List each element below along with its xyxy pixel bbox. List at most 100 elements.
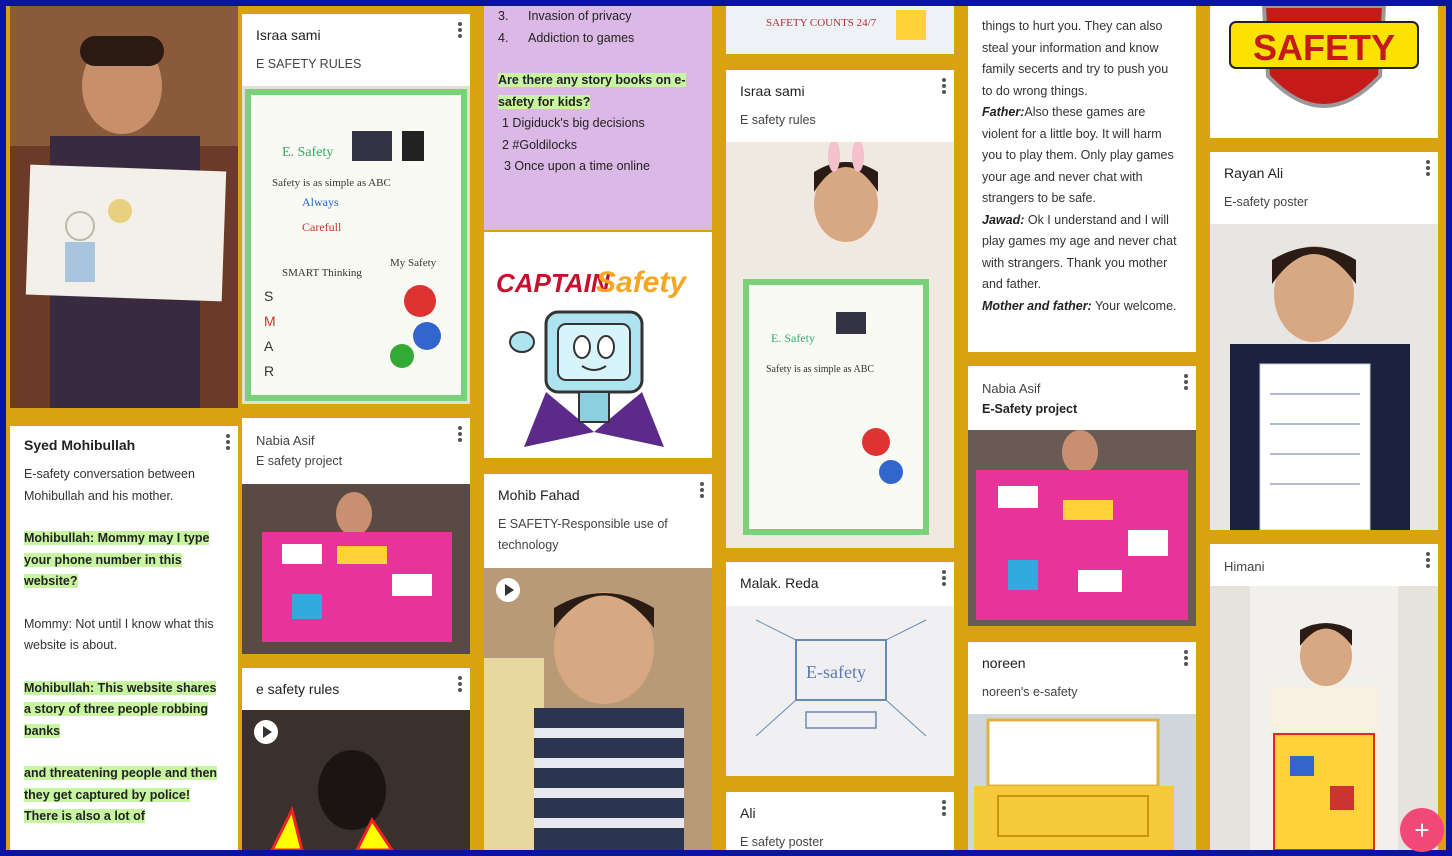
svg-text:E-safety: E-safety — [806, 662, 866, 682]
play-icon[interactable] — [254, 720, 278, 744]
post-subtitle: noreen's e-safety — [982, 685, 1078, 699]
post-card-nabia-asif-1[interactable]: Nabia Asif E safety project — [242, 418, 470, 654]
video-thumbnail[interactable] — [484, 568, 712, 850]
post-card-e-safety-rules-video[interactable]: e safety rules — [242, 668, 470, 850]
post-card-israa-sami-2[interactable]: Israa sami E safety rules E. Safety Safe… — [726, 70, 954, 548]
book-item: 1 Digiduck's big decisions — [502, 116, 645, 130]
svg-text:My Safety: My Safety — [390, 257, 437, 269]
post-card-himani[interactable]: Himani — [1210, 544, 1438, 850]
more-options-icon[interactable] — [1426, 160, 1430, 176]
post-card-israa-sami-1[interactable]: Israa sami E SAFETY RULES E. Safety Safe… — [242, 14, 470, 404]
post-card-jawad-conversation[interactable]: things to hurt you. They can also steal … — [968, 6, 1196, 352]
post-card-mohib-fahad[interactable]: Mohib Fahad E SAFETY-Responsible use of … — [484, 474, 712, 850]
book-item: 3 Once upon a time online — [504, 159, 650, 173]
svg-text:A: A — [264, 338, 274, 354]
post-subtitle: E safety poster — [740, 835, 824, 849]
post-subtitle: E-safety poster — [1224, 195, 1309, 209]
post-card-syed-mohibullah[interactable]: Syed Mohibullah E-safety conversation be… — [10, 426, 238, 850]
more-options-icon[interactable] — [458, 426, 462, 442]
add-post-button[interactable]: + — [1400, 808, 1444, 852]
list-item: Invasion of privacy — [528, 9, 632, 23]
more-options-icon[interactable] — [942, 800, 946, 816]
girl-with-poster-image — [1210, 586, 1438, 850]
boy-holding-drawing-image — [10, 6, 238, 408]
safety-badge-image-card[interactable]: SAFETY — [1210, 6, 1438, 138]
svg-text:Safety is as simple as ABC: Safety is as simple as ABC — [272, 177, 391, 189]
post-card-noreen[interactable]: noreen noreen's e-safety — [968, 642, 1196, 850]
svg-text:E. Safety: E. Safety — [771, 331, 815, 345]
dialogue-line-3: Mohibullah: This website shares a story … — [24, 680, 217, 738]
post-subtitle: E safety project — [256, 454, 343, 468]
more-options-icon[interactable] — [1184, 374, 1188, 390]
photo-card-boy-drawing[interactable] — [10, 6, 238, 408]
svg-text:SAFETY COUNTS 24/7: SAFETY COUNTS 24/7 — [766, 17, 877, 29]
svg-text:Carefull: Carefull — [302, 220, 342, 234]
post-card-rayan-ali[interactable]: Rayan Ali E-safety poster — [1210, 152, 1438, 530]
more-options-icon[interactable] — [1426, 552, 1430, 568]
video-thumbnail[interactable] — [242, 710, 470, 850]
laptop-craft-image — [968, 714, 1196, 850]
post-card-nabia-asif-2[interactable]: Nabia Asif E-Safety project — [968, 366, 1196, 626]
story-paragraph-1: things to hurt you. They can also steal … — [982, 19, 1169, 98]
more-options-icon[interactable] — [942, 570, 946, 586]
girl-with-poster-image — [968, 430, 1196, 626]
svg-text:CAPTAIN: CAPTAIN — [496, 268, 611, 298]
captain-safety-logo: CAPTAIN Safety — [484, 232, 712, 458]
dialogue-line-4: and threatening people and then they get… — [24, 766, 218, 823]
post-title: Mohib Fahad — [498, 487, 580, 503]
book-item: 2 #Goldilocks — [502, 137, 578, 152]
svg-text:E. Safety: E. Safety — [282, 145, 333, 160]
post-title: Syed Mohibullah — [24, 437, 136, 453]
post-title: Himani — [1224, 559, 1265, 574]
svg-text:Safety: Safety — [596, 266, 687, 299]
post-card-e-safety-questions[interactable]: 3. Invasion of privacy 4. Addiction to gam… — [484, 6, 712, 230]
captain-safety-illustration: CAPTAIN Safety — [484, 232, 712, 458]
story-paragraph-4: Your welcome. — [1091, 298, 1177, 313]
post-title: Nabia Asif — [256, 433, 315, 448]
post-card-malak-reda[interactable]: Malak. Reda E-safety — [726, 562, 954, 776]
play-icon[interactable] — [496, 578, 520, 602]
more-options-icon[interactable] — [942, 78, 946, 94]
photo-illustration — [968, 714, 1196, 850]
e-safety-drawing-image: E-safety — [726, 606, 954, 776]
e-safety-rules-poster-image: E. Safety Safety is as simple as ABC Alw… — [242, 86, 470, 404]
more-options-icon[interactable] — [700, 482, 704, 498]
girl-with-poster-image — [242, 484, 470, 654]
post-card-ali[interactable]: Ali E safety poster — [726, 792, 954, 850]
photo-illustration — [242, 484, 470, 654]
svg-text:Safety is as simple as ABC: Safety is as simple as ABC — [766, 364, 874, 375]
post-subtitle: E SAFETY-Responsible use of technology — [498, 517, 668, 552]
more-options-icon[interactable] — [226, 434, 230, 450]
post-title: Israa sami — [256, 27, 321, 43]
svg-text:SAFETY: SAFETY — [1253, 27, 1395, 68]
more-options-icon[interactable] — [1184, 650, 1188, 666]
post-title: Malak. Reda — [740, 575, 819, 591]
post-title: Israa sami — [740, 83, 805, 99]
post-title: Nabia Asif — [982, 381, 1041, 396]
dialogue-line-1: Mohibullah: Mommy may I type your phone … — [24, 531, 210, 588]
post-subtitle: E-Safety project — [982, 402, 1078, 416]
speaker-label: Mother and father: — [982, 298, 1092, 313]
post-subtitle: E safety rules — [740, 113, 816, 127]
list-item: Addiction to games — [528, 30, 635, 45]
post-title: Ali — [740, 805, 756, 821]
photo-illustration — [1210, 586, 1438, 850]
post-subtitle: E-safety conversation between Mohibullah… — [24, 467, 195, 503]
more-options-icon[interactable] — [458, 676, 462, 692]
safety-counts-image-card[interactable]: SAFETY COUNTS 24/7 — [726, 6, 954, 54]
question-text: Are there any story books on e-safety fo… — [498, 73, 686, 109]
photo-illustration: E. Safety Safety is as simple as ABC — [726, 142, 954, 548]
photo-illustration — [1210, 224, 1438, 530]
photo-illustration — [10, 6, 238, 408]
post-title: e safety rules — [256, 681, 340, 697]
svg-text:Always: Always — [302, 195, 339, 209]
svg-text:SMART Thinking: SMART Thinking — [282, 267, 362, 279]
more-options-icon[interactable] — [458, 22, 462, 38]
svg-text:M: M — [264, 313, 276, 329]
svg-text:R: R — [264, 363, 274, 379]
poster-illustration: E. Safety Safety is as simple as ABC Alw… — [242, 86, 470, 404]
captain-safety-image-card[interactable]: CAPTAIN Safety — [484, 232, 712, 458]
post-title: noreen — [982, 655, 1026, 671]
post-subtitle: E SAFETY RULES — [256, 57, 362, 71]
svg-text:S: S — [264, 288, 273, 304]
